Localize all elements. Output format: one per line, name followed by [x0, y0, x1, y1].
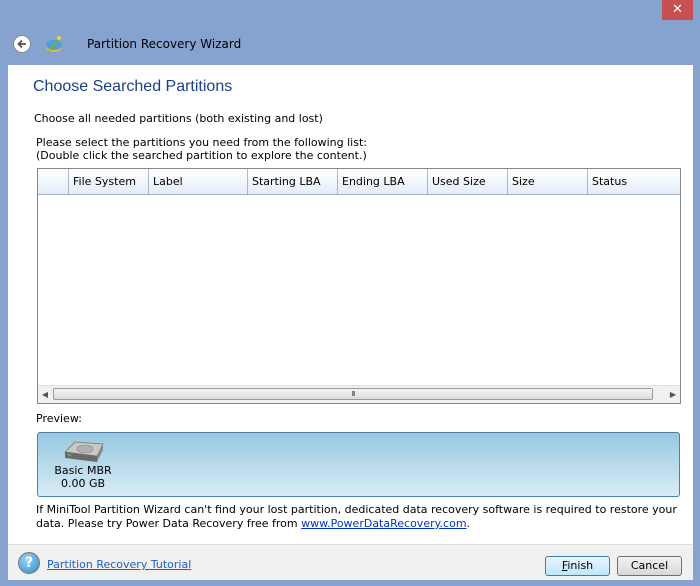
back-button[interactable]: [13, 35, 31, 53]
finish-label: inish: [567, 559, 594, 572]
wizard-content: Choose Searched Partitions Choose all ne…: [8, 65, 693, 544]
instruction-text: Please select the partitions you need fr…: [36, 136, 367, 149]
disk-name: Basic MBR: [54, 464, 112, 477]
tutorial-link[interactable]: Partition Recovery Tutorial: [47, 558, 191, 571]
close-icon: ✕: [672, 2, 683, 17]
help-icon[interactable]: ?: [18, 552, 40, 574]
app-icon: [44, 34, 64, 54]
scroll-right-button[interactable]: ▶: [666, 386, 680, 403]
column-header-label[interactable]: Label: [149, 169, 248, 194]
disk-size: 0.00 GB: [60, 477, 106, 490]
column-header-size[interactable]: Size: [508, 169, 588, 194]
chevron-left-icon: ◀: [41, 390, 49, 399]
close-button[interactable]: ✕: [662, 0, 693, 20]
cancel-button[interactable]: Cancel: [617, 556, 682, 576]
column-header-status[interactable]: Status: [588, 169, 680, 194]
column-header-used-size[interactable]: Used Size: [428, 169, 508, 194]
grip-icon: III: [351, 390, 355, 398]
disk-preview-panel: Basic MBR 0.00 GB: [37, 432, 680, 497]
back-arrow-icon: [17, 39, 26, 49]
power-data-recovery-link[interactable]: www.PowerDataRecovery.com: [301, 517, 466, 530]
notice-suffix: .: [466, 517, 471, 530]
column-header-file-system[interactable]: File System: [69, 169, 149, 194]
column-header-ending-lba[interactable]: Ending LBA: [338, 169, 428, 194]
window-title: Partition Recovery Wizard: [87, 37, 242, 51]
scrollbar-thumb[interactable]: III: [53, 388, 653, 400]
scroll-left-button[interactable]: ◀: [38, 386, 52, 403]
chevron-right-icon: ▶: [669, 390, 677, 399]
wizard-footer: ? Partition Recovery Tutorial Finish Can…: [8, 544, 693, 580]
instruction-hint: (Double click the searched partition to …: [36, 149, 367, 162]
partition-list[interactable]: File System Label Starting LBA Ending LB…: [37, 168, 681, 404]
column-header-select[interactable]: [38, 169, 69, 194]
finish-button[interactable]: Finish: [545, 556, 610, 576]
partition-list-header: File System Label Starting LBA Ending LB…: [38, 169, 680, 195]
disk-item[interactable]: Basic MBR 0.00 GB: [48, 438, 118, 490]
column-header-starting-lba[interactable]: Starting LBA: [248, 169, 338, 194]
hard-disk-icon: [61, 438, 105, 464]
horizontal-scrollbar[interactable]: ◀ III ▶: [38, 385, 680, 403]
page-subtitle: Choose all needed partitions (both exist…: [34, 112, 323, 125]
page-title: Choose Searched Partitions: [33, 78, 233, 95]
recovery-notice: If MiniTool Partition Wizard can't find …: [36, 503, 686, 531]
preview-label: Preview:: [36, 412, 82, 425]
help-glyph: ?: [24, 555, 34, 571]
